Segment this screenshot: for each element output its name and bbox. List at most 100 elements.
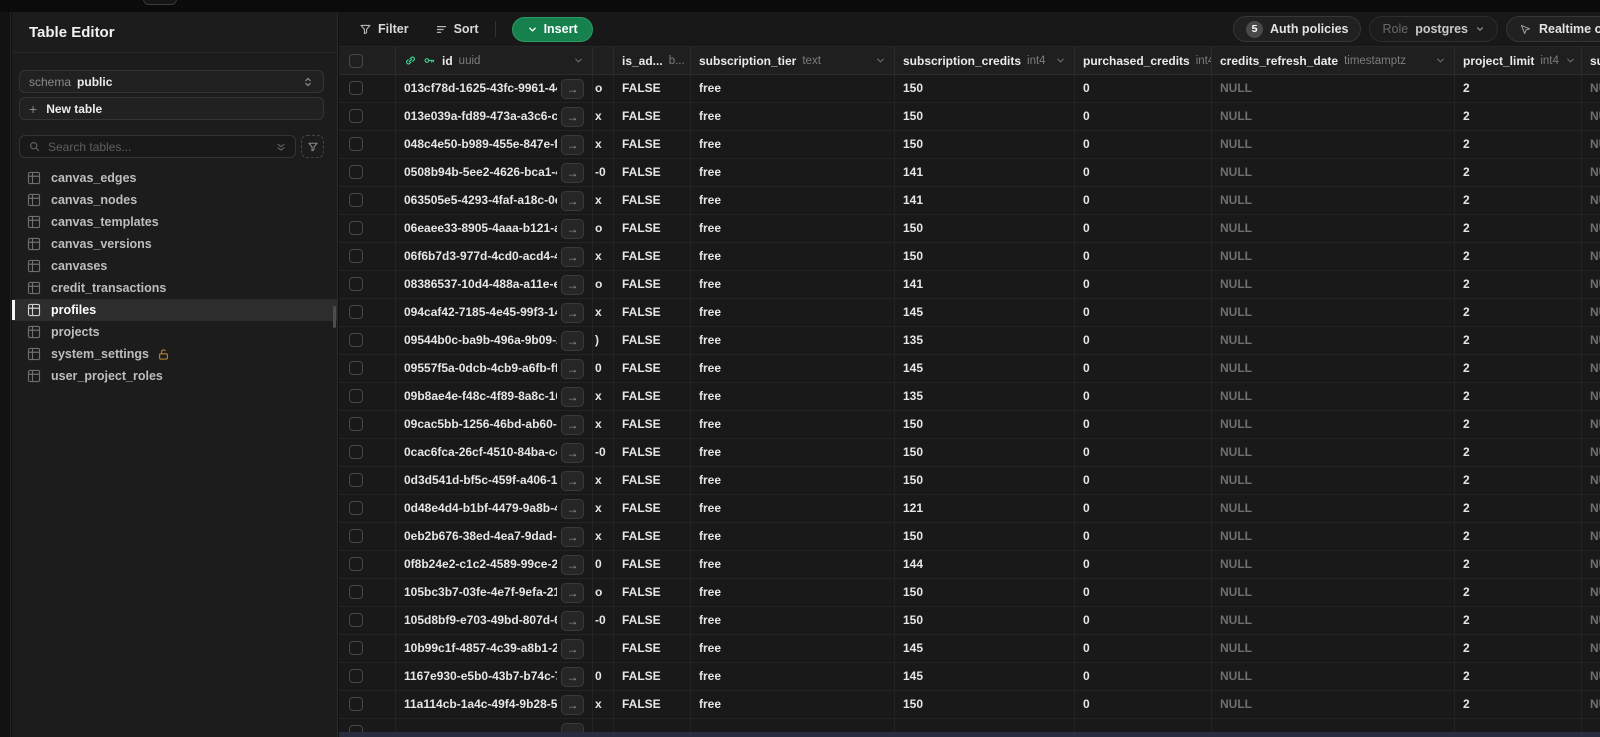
cell-subscription-credits[interactable]: 121 — [895, 495, 1075, 522]
cell-purchased-credits[interactable]: 0 — [1075, 159, 1212, 186]
cell-subscription-tier[interactable]: free — [691, 579, 895, 606]
cell-subscription-tier[interactable]: free — [691, 327, 895, 354]
cell-is-admin[interactable]: FALSE — [614, 411, 691, 438]
sidebar-item-canvas_edges[interactable]: canvas_edges — [12, 167, 337, 189]
table-row[interactable]: 09557f5a-0dcb-4cb9-a6fb-fff366...→ 0 FAL… — [339, 355, 1600, 383]
row-checkbox[interactable] — [349, 641, 363, 655]
cell-id[interactable]: 105bc3b7-03fe-4e7f-9efa-21bb40...→ — [396, 579, 593, 606]
cell-clipped[interactable]: NULL — [1582, 131, 1600, 158]
cell-id[interactable]: 06f6b7d3-977d-4cd0-acd4-4a78...→ — [396, 243, 593, 270]
expand-row-button[interactable]: → — [561, 526, 584, 547]
cell-project-limit[interactable]: 2 — [1455, 607, 1582, 634]
expand-row-button[interactable]: → — [561, 414, 584, 435]
cell-project-limit[interactable]: 2 — [1455, 103, 1582, 130]
cell-subscription-tier[interactable]: free — [691, 299, 895, 326]
cell-subscription-credits[interactable]: 135 — [895, 327, 1075, 354]
table-row[interactable]: 0d48e4d4-b1bf-4479-9a8b-4a4b...→ x FALSE… — [339, 495, 1600, 523]
cell-clipped[interactable]: NULL — [1582, 383, 1600, 410]
insert-button[interactable]: Insert — [511, 16, 593, 42]
sidebar-item-canvas_templates[interactable]: canvas_templates — [12, 211, 337, 233]
row-checkbox[interactable] — [349, 333, 363, 347]
cell-truncated[interactable]: x — [593, 523, 614, 550]
cell-project-limit[interactable]: 2 — [1455, 187, 1582, 214]
expand-row-button[interactable]: → — [561, 498, 584, 519]
cell-project-limit[interactable]: 2 — [1455, 299, 1582, 326]
cell-is-admin[interactable]: FALSE — [614, 243, 691, 270]
column-header-purchased-credits[interactable]: purchased_credits int4 — [1075, 47, 1212, 74]
cell-purchased-credits[interactable]: 0 — [1075, 691, 1212, 718]
sort-button[interactable]: Sort — [435, 22, 479, 36]
column-header-is-admin[interactable]: is_ad... b... — [614, 47, 691, 74]
cell-subscription-credits[interactable]: 141 — [895, 159, 1075, 186]
cell-clipped[interactable]: NULL — [1582, 663, 1600, 690]
sidebar-item-canvases[interactable]: canvases — [12, 255, 337, 277]
cell-project-limit[interactable]: 2 — [1455, 355, 1582, 382]
row-checkbox[interactable] — [349, 445, 363, 459]
cell-clipped[interactable]: NULL — [1582, 495, 1600, 522]
cell-id[interactable]: 013cf78d-1625-43fc-9961-442189...→ — [396, 75, 593, 102]
cell-project-limit[interactable]: 2 — [1455, 215, 1582, 242]
expand-row-button[interactable]: → — [561, 386, 584, 407]
table-row[interactable]: 0eb2b676-38ed-4ea7-9dad-38e6...→ x FALSE… — [339, 523, 1600, 551]
cell-clipped[interactable]: NULL — [1582, 159, 1600, 186]
cell-is-admin[interactable]: FALSE — [614, 495, 691, 522]
cell-subscription-tier[interactable]: free — [691, 691, 895, 718]
cell-project-limit[interactable]: 2 — [1455, 467, 1582, 494]
cell-subscription-credits[interactable]: 145 — [895, 635, 1075, 662]
cell-is-admin[interactable]: FALSE — [614, 159, 691, 186]
sidebar-scrollbar-thumb[interactable] — [333, 306, 336, 328]
expand-row-button[interactable]: → — [561, 134, 584, 155]
column-menu-icon[interactable] — [1055, 55, 1066, 66]
cell-subscription-tier[interactable]: free — [691, 75, 895, 102]
cell-credits-refresh-date[interactable]: NULL — [1212, 271, 1455, 298]
row-checkbox[interactable] — [349, 669, 363, 683]
cell-subscription-tier[interactable]: free — [691, 103, 895, 130]
expand-row-button[interactable]: → — [561, 554, 584, 575]
cell-subscription-credits[interactable]: 150 — [895, 75, 1075, 102]
cell-credits-refresh-date[interactable]: NULL — [1212, 467, 1455, 494]
cell-credits-refresh-date[interactable]: NULL — [1212, 439, 1455, 466]
cell-subscription-tier[interactable]: free — [691, 495, 895, 522]
cell-truncated[interactable] — [593, 635, 614, 662]
cell-clipped[interactable]: NULL — [1582, 579, 1600, 606]
row-checkbox[interactable] — [349, 137, 363, 151]
cell-subscription-credits[interactable]: 150 — [895, 103, 1075, 130]
cell-is-admin[interactable]: FALSE — [614, 635, 691, 662]
cell-is-admin[interactable]: FALSE — [614, 271, 691, 298]
table-row[interactable]: 013cf78d-1625-43fc-9961-442189...→ o FAL… — [339, 75, 1600, 103]
cell-credits-refresh-date[interactable]: NULL — [1212, 607, 1455, 634]
column-header-credits-refresh-date[interactable]: credits_refresh_date timestamptz — [1212, 47, 1455, 74]
cell-subscription-credits[interactable]: 150 — [895, 411, 1075, 438]
column-menu-icon[interactable] — [1565, 55, 1576, 66]
cell-project-limit[interactable]: 2 — [1455, 579, 1582, 606]
cell-id[interactable]: 105d8bf9-e703-49bd-807d-645e...→ — [396, 607, 593, 634]
cell-subscription-tier[interactable]: free — [691, 663, 895, 690]
cell-id[interactable]: 06eaee33-8905-4aaa-b121-ab552...→ — [396, 215, 593, 242]
cell-credits-refresh-date[interactable]: NULL — [1212, 103, 1455, 130]
expand-row-button[interactable]: → — [561, 218, 584, 239]
cell-project-limit[interactable]: 2 — [1455, 131, 1582, 158]
auth-policies-button[interactable]: 5 Auth policies — [1233, 16, 1362, 42]
table-row[interactable]: 06eaee33-8905-4aaa-b121-ab552...→ o FALS… — [339, 215, 1600, 243]
cell-truncated[interactable]: x — [593, 187, 614, 214]
cell-project-limit[interactable]: 2 — [1455, 551, 1582, 578]
cell-purchased-credits[interactable]: 0 — [1075, 607, 1212, 634]
cell-purchased-credits[interactable]: 0 — [1075, 439, 1212, 466]
expand-row-button[interactable]: → — [561, 162, 584, 183]
cell-subscription-credits[interactable]: 150 — [895, 691, 1075, 718]
expand-row-button[interactable]: → — [561, 358, 584, 379]
table-row[interactable]: 09cac5bb-1256-46bd-ab60-64ed...→ x FALSE… — [339, 411, 1600, 439]
cell-clipped[interactable]: NULL — [1582, 467, 1600, 494]
cell-subscription-credits[interactable]: 144 — [895, 551, 1075, 578]
table-row[interactable]: 0f8b24e2-c1c2-4589-99ce-2c52d...→ 0 FALS… — [339, 551, 1600, 579]
cell-credits-refresh-date[interactable]: NULL — [1212, 131, 1455, 158]
expand-row-button[interactable]: → — [561, 638, 584, 659]
column-header-id[interactable]: id uuid — [396, 47, 593, 74]
table-row[interactable]: 048c4e50-b989-455e-847e-fb2f...→ x FALSE… — [339, 131, 1600, 159]
cell-purchased-credits[interactable]: 0 — [1075, 495, 1212, 522]
row-checkbox[interactable] — [349, 193, 363, 207]
cell-subscription-credits[interactable]: 135 — [895, 383, 1075, 410]
row-checkbox[interactable] — [349, 277, 363, 291]
cell-credits-refresh-date[interactable]: NULL — [1212, 215, 1455, 242]
cell-purchased-credits[interactable]: 0 — [1075, 131, 1212, 158]
